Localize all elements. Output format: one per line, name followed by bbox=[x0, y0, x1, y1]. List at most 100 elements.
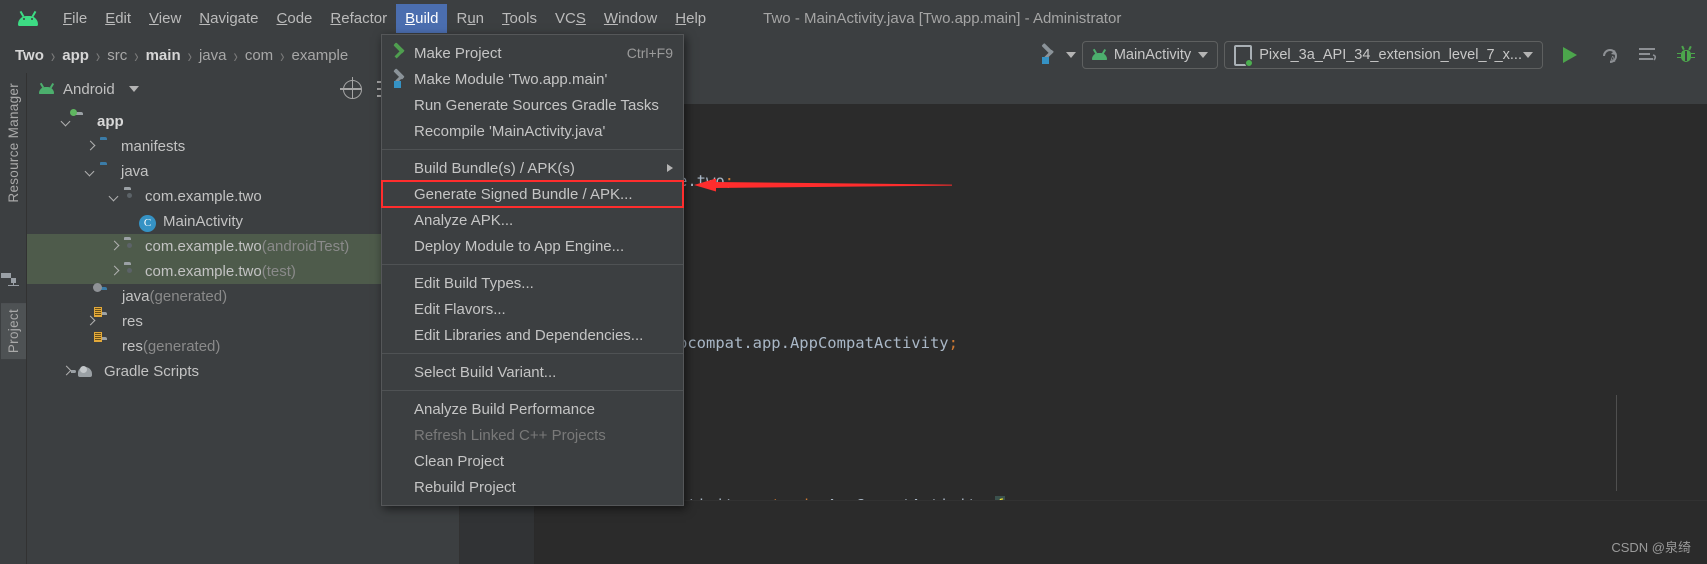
class-icon: C bbox=[139, 214, 156, 232]
resource-manager-icon bbox=[1, 273, 21, 293]
build-menu-recompile[interactable]: Recompile 'MainActivity.java' bbox=[382, 118, 683, 144]
build-menu-generate-signed-bundle-apk[interactable]: Generate Signed Bundle / APK... bbox=[381, 180, 684, 208]
chevron-down-icon bbox=[1198, 52, 1209, 58]
chevron-right-icon[interactable] bbox=[83, 139, 98, 154]
menu-edit[interactable]: Edit bbox=[96, 4, 140, 33]
menu-item-label: Recompile 'MainActivity.java' bbox=[414, 122, 606, 140]
folder-blue-icon bbox=[100, 140, 117, 154]
menu-item-label: Clean Project bbox=[414, 452, 505, 470]
chevron-right-icon bbox=[667, 164, 673, 172]
breadcrumb-item-main[interactable]: main bbox=[143, 47, 184, 64]
build-menu-make-project[interactable]: Make Project Ctrl+F9 bbox=[382, 40, 683, 66]
breadcrumb-separator: › bbox=[280, 43, 285, 67]
build-menu-clean-project[interactable]: Clean Project bbox=[382, 448, 683, 474]
breadcrumb-item-com[interactable]: com bbox=[242, 47, 276, 64]
left-tool-strip: Resource Manager Project bbox=[0, 73, 27, 564]
build-menu-analyze-build-performance[interactable]: Analyze Build Performance bbox=[382, 396, 683, 422]
breadcrumb-item-app[interactable]: app bbox=[59, 47, 92, 64]
apply-changes-button[interactable]: A bbox=[1597, 42, 1623, 68]
android-view-icon bbox=[39, 82, 54, 94]
editor-vertical-scrollbar[interactable] bbox=[1694, 104, 1707, 564]
tree-label: com.example.two bbox=[145, 238, 262, 255]
code-line: package com.example.two; bbox=[510, 172, 734, 190]
menu-run[interactable]: Run bbox=[447, 4, 493, 33]
menu-item-label: Edit Flavors... bbox=[414, 300, 506, 318]
debug-button[interactable] bbox=[1673, 42, 1699, 68]
menu-separator bbox=[382, 149, 683, 150]
menu-help[interactable]: Help bbox=[666, 4, 715, 33]
build-menu-select-build-variant[interactable]: Select Build Variant... bbox=[382, 359, 683, 385]
tree-label-suffix: (androidTest) bbox=[261, 238, 350, 255]
project-view-mode-label[interactable]: Android bbox=[63, 81, 115, 98]
menu-code[interactable]: Code bbox=[268, 4, 322, 33]
device-selector[interactable]: Pixel_3a_API_34_extension_level_7_x... bbox=[1224, 41, 1543, 69]
build-menu-analyze-apk[interactable]: Analyze APK... bbox=[382, 207, 683, 233]
code-line: import androidx.appcompat.app.AppCompatA… bbox=[510, 334, 958, 352]
device-label: Pixel_3a_API_34_extension_level_7_x... bbox=[1259, 47, 1522, 63]
editor-right-margin-line bbox=[1616, 395, 1617, 491]
menu-tools[interactable]: Tools bbox=[493, 4, 546, 33]
breadcrumb-separator: › bbox=[187, 43, 192, 67]
lower-left-area bbox=[27, 500, 459, 564]
breadcrumb-item-src[interactable]: src bbox=[104, 47, 130, 64]
run-triangle-icon bbox=[1563, 47, 1577, 63]
chevron-down-icon bbox=[1523, 52, 1533, 58]
menu-refactor[interactable]: Refactor bbox=[321, 4, 396, 33]
build-menu-run-generate-sources[interactable]: Run Generate Sources Gradle Tasks bbox=[382, 92, 683, 118]
build-menu-edit-flavors[interactable]: Edit Flavors... bbox=[382, 296, 683, 322]
build-menu-build-bundle-apk[interactable]: Build Bundle(s) / APK(s) bbox=[382, 155, 683, 181]
build-menu-make-module[interactable]: Make Module 'Two.app.main' bbox=[382, 66, 683, 92]
tree-label: com.example.two bbox=[145, 263, 262, 280]
run-configuration-selector[interactable]: MainActivity bbox=[1081, 41, 1219, 69]
tree-label: manifests bbox=[121, 138, 186, 155]
device-icon bbox=[1234, 44, 1254, 67]
chevron-right-icon[interactable] bbox=[107, 264, 122, 279]
menu-item-label: Edit Build Types... bbox=[414, 274, 534, 292]
menu-item-label: Analyze Build Performance bbox=[414, 400, 595, 418]
chevron-down-icon[interactable] bbox=[59, 114, 74, 129]
breadcrumb-separator: › bbox=[233, 43, 238, 67]
chevron-down-icon[interactable] bbox=[83, 164, 98, 179]
menu-bar: File Edit View Navigate Code Refactor Bu… bbox=[0, 0, 1707, 37]
menu-window[interactable]: Window bbox=[595, 4, 666, 33]
hammer-icon bbox=[1040, 42, 1060, 65]
breadcrumb-item-java[interactable]: java bbox=[196, 47, 230, 64]
breadcrumb: Two › app › src › main › java › com › ex… bbox=[12, 43, 352, 67]
chevron-down-icon[interactable] bbox=[107, 189, 122, 204]
editor-lower-gutter bbox=[460, 501, 535, 564]
watermark: CSDN @泉绮 bbox=[1611, 540, 1691, 555]
menu-item-label: Run Generate Sources Gradle Tasks bbox=[414, 96, 659, 114]
build-menu-edit-libraries-dependencies[interactable]: Edit Libraries and Dependencies... bbox=[382, 322, 683, 348]
make-module-button[interactable] bbox=[1040, 42, 1076, 68]
menu-separator bbox=[382, 390, 683, 391]
run-button[interactable] bbox=[1557, 42, 1583, 68]
chevron-down-icon[interactable] bbox=[1065, 52, 1076, 58]
breadcrumb-item-example[interactable]: example bbox=[289, 47, 352, 64]
menu-vcs[interactable]: VCS bbox=[546, 4, 595, 33]
menu-item-label: Select Build Variant... bbox=[414, 363, 557, 381]
menu-navigate[interactable]: Navigate bbox=[190, 4, 267, 33]
menu-separator bbox=[382, 353, 683, 354]
chevron-right-icon[interactable] bbox=[107, 239, 122, 254]
folder-res-icon bbox=[94, 331, 117, 354]
hammer-module-icon bbox=[392, 68, 414, 88]
tool-window-project[interactable]: Project bbox=[1, 303, 26, 360]
code-content[interactable]: package com.example.two; import androidx… bbox=[504, 104, 1707, 564]
logcat-button[interactable] bbox=[1635, 42, 1661, 68]
tree-label: MainActivity bbox=[163, 213, 244, 230]
tool-window-resource-manager[interactable]: Resource Manager bbox=[1, 77, 26, 209]
build-menu-rebuild-project[interactable]: Rebuild Project bbox=[382, 474, 683, 500]
build-menu-edit-build-types[interactable]: Edit Build Types... bbox=[382, 270, 683, 296]
menu-view[interactable]: View bbox=[140, 4, 190, 33]
build-menu-deploy-app-engine[interactable]: Deploy Module to App Engine... bbox=[382, 233, 683, 259]
bug-icon bbox=[1677, 45, 1695, 63]
gradle-elephant-icon bbox=[71, 365, 98, 379]
menu-file[interactable]: File bbox=[54, 4, 96, 33]
select-opened-file-icon[interactable] bbox=[340, 76, 362, 99]
breadcrumb-item-two[interactable]: Two bbox=[12, 47, 47, 64]
android-logo-icon bbox=[18, 10, 38, 26]
chevron-down-icon[interactable] bbox=[128, 86, 139, 92]
breadcrumb-separator: › bbox=[134, 43, 139, 67]
menu-build[interactable]: Build bbox=[396, 4, 448, 33]
